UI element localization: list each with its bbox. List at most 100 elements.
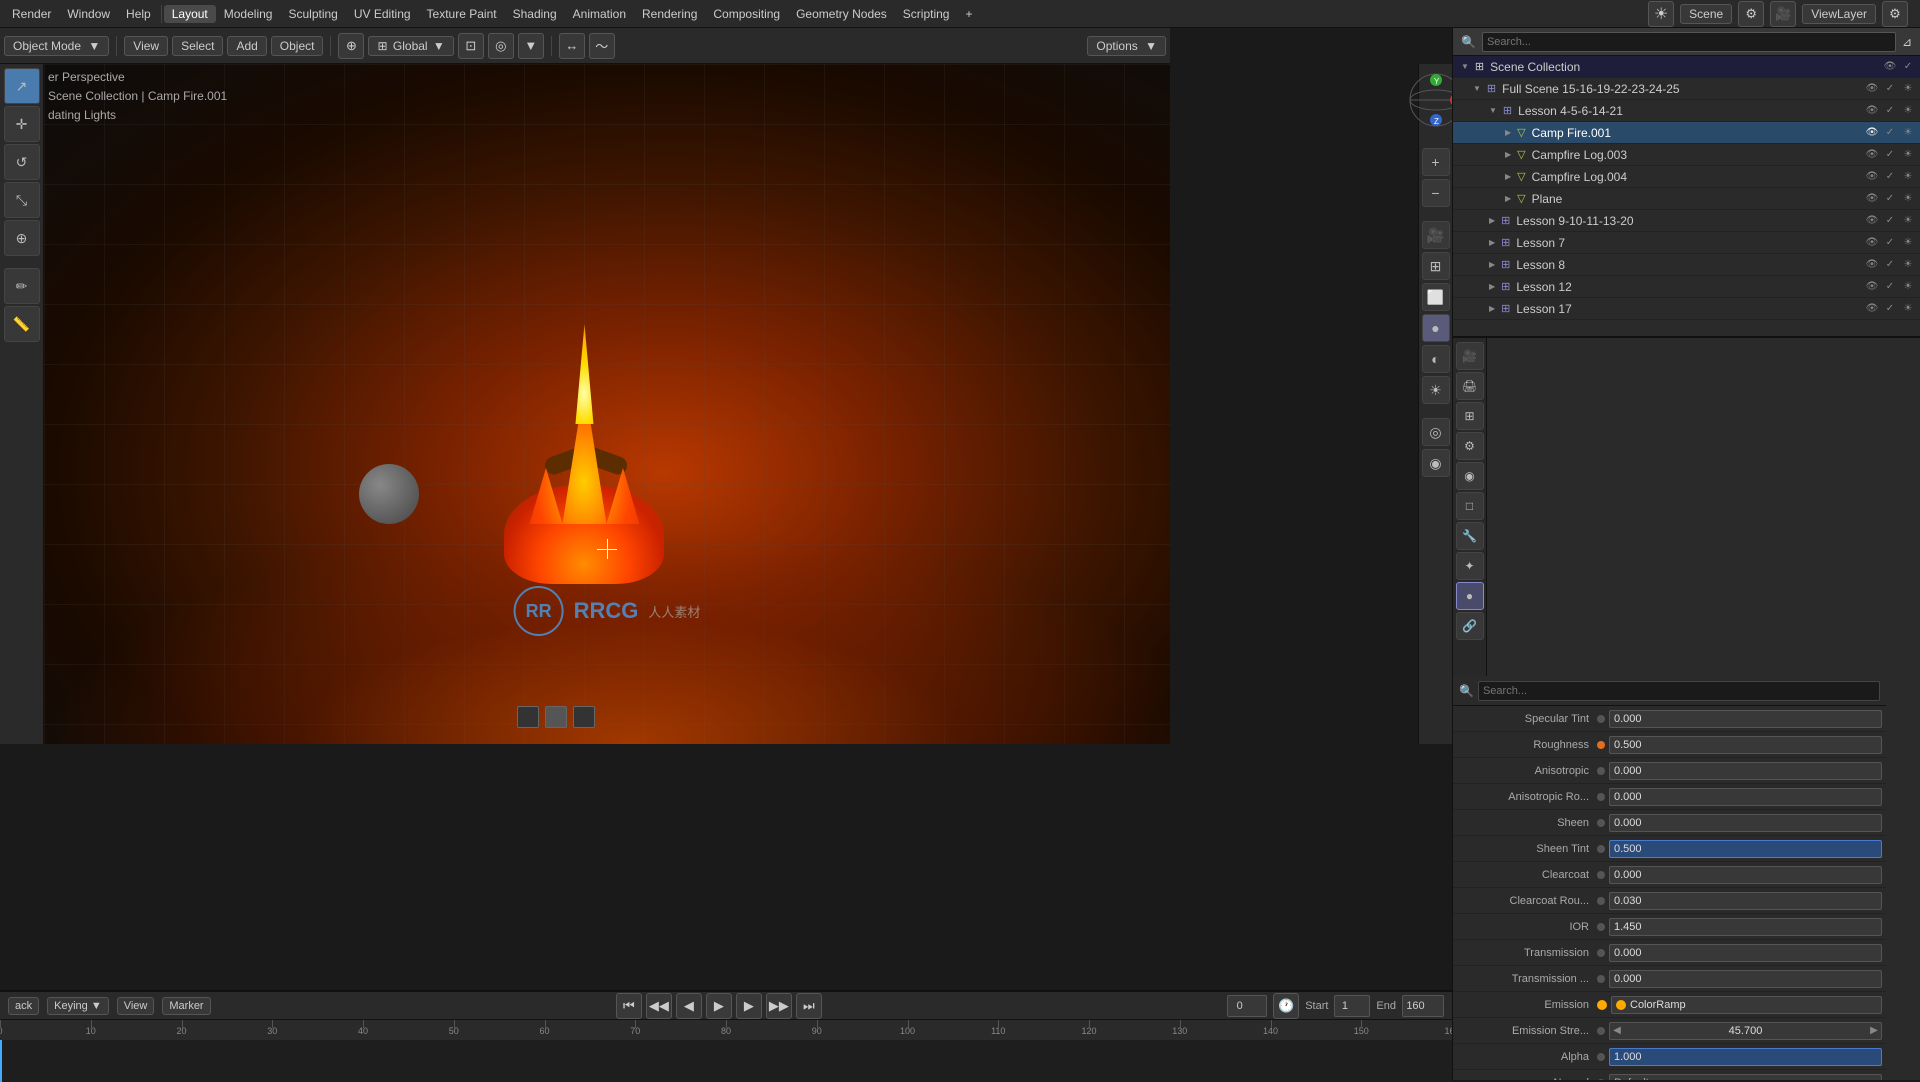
prop-alpha-value[interactable]: 1.000 <box>1609 1048 1882 1066</box>
lesson4-eye[interactable]: 👁 <box>1864 103 1880 119</box>
lesson7-render[interactable]: ☀ <box>1900 235 1916 251</box>
proportional-btn[interactable]: ◎ <box>488 33 514 59</box>
zoom-in-btn[interactable]: + <box>1422 148 1450 176</box>
next-frame-btn[interactable]: ▶ <box>736 993 762 1019</box>
scene-coll-eye[interactable]: 👁 <box>1882 59 1898 75</box>
scene-icon[interactable]: ⚙ <box>1738 1 1764 27</box>
select-tool-btn[interactable]: ↗ <box>4 68 40 104</box>
prop-tab-modifier[interactable]: 🔧 <box>1456 522 1484 550</box>
outliner-item-full-scene[interactable]: ▼ ⊞ Full Scene 15-16-19-22-23-24-25 👁 ✓ … <box>1453 78 1920 100</box>
next-keyframe-btn[interactable]: ▶▶ <box>766 993 792 1019</box>
workspace-tab-texture-paint[interactable]: Texture Paint <box>419 5 505 23</box>
transform-global-btn[interactable]: ⊞ Global ▼ <box>368 36 453 56</box>
jump-to-start-btn[interactable]: ⏮ <box>616 993 642 1019</box>
lesson8-render[interactable]: ☀ <box>1900 257 1916 273</box>
prop-tab-output[interactable]: 🖨 <box>1456 372 1484 400</box>
workspace-tab-layout[interactable]: Layout <box>164 5 216 23</box>
prop-sheen-dot[interactable] <box>1597 819 1605 827</box>
outliner-item-lesson-17[interactable]: ▶ ⊞ Lesson 17 👁 ✓ ☀ <box>1453 298 1920 320</box>
lesson17-render[interactable]: ☀ <box>1900 301 1916 317</box>
prev-keyframe-btn[interactable]: ◀◀ <box>646 993 672 1019</box>
object-menu-btn[interactable]: Object <box>271 36 324 56</box>
move-transform-btn[interactable]: ↔ <box>559 33 585 59</box>
viewlayer-icon[interactable]: ⚙ <box>1882 1 1908 27</box>
log003-eye[interactable]: 👁 <box>1864 147 1880 163</box>
move-tool-btn[interactable]: ✛ <box>4 106 40 142</box>
timeline-back-btn[interactable]: ack <box>8 997 39 1015</box>
outliner-item-lesson-7[interactable]: ▶ ⊞ Lesson 7 👁 ✓ ☀ <box>1453 232 1920 254</box>
campfire-check[interactable]: ✓ <box>1882 125 1898 141</box>
menu-window[interactable]: Window <box>59 5 118 23</box>
prop-tab-scene[interactable]: ⚙ <box>1456 432 1484 460</box>
prop-clearcoat-value[interactable]: 0.000 <box>1609 866 1882 884</box>
emission-strength-dec-btn[interactable]: ◀ <box>1610 1023 1624 1039</box>
clock-icon[interactable]: 🕐 <box>1273 993 1299 1019</box>
prop-tab-constraints[interactable]: 🔗 <box>1456 612 1484 640</box>
outliner-item-lesson-4[interactable]: ▼ ⊞ Lesson 4-5-6-14-21 👁 ✓ ☀ <box>1453 100 1920 122</box>
outliner-item-campfire[interactable]: ▶ ▽ Camp Fire.001 👁 ✓ ☀ <box>1453 122 1920 144</box>
prop-tab-world[interactable]: ◉ <box>1456 462 1484 490</box>
current-frame-input[interactable] <box>1227 995 1267 1017</box>
plane-render[interactable]: ☀ <box>1900 191 1916 207</box>
outliner-item-lesson-8[interactable]: ▶ ⊞ Lesson 8 👁 ✓ ☀ <box>1453 254 1920 276</box>
outliner-search-input[interactable] <box>1482 32 1896 52</box>
campfire-render[interactable]: ☀ <box>1900 125 1916 141</box>
path-btn[interactable]: 〜 <box>589 33 615 59</box>
prop-emission-value[interactable]: ColorRamp <box>1611 996 1882 1014</box>
outliner-item-lesson-9[interactable]: ▶ ⊞ Lesson 9-10-11-13-20 👁 ✓ ☀ <box>1453 210 1920 232</box>
prop-alpha-dot[interactable] <box>1597 1053 1605 1061</box>
outliner-item-log004[interactable]: ▶ ▽ Campfire Log.004 👁 ✓ ☀ <box>1453 166 1920 188</box>
prop-anisotropic-value[interactable]: 0.000 <box>1609 762 1882 780</box>
outliner-scene-collection[interactable]: ▼ ⊞ Scene Collection 👁 ✓ <box>1453 56 1920 78</box>
prop-transmission-dot[interactable] <box>1597 949 1605 957</box>
select-menu-btn[interactable]: Select <box>172 36 223 56</box>
menu-render[interactable]: Render <box>4 5 59 23</box>
shading-render-btn[interactable]: ☀ <box>1422 376 1450 404</box>
workspace-tab-compositing[interactable]: Compositing <box>705 5 788 23</box>
viewlayer-selector[interactable]: ViewLayer <box>1802 4 1876 24</box>
view-type-btn[interactable]: ⊞ <box>1422 252 1450 280</box>
rotate-tool-btn[interactable]: ↺ <box>4 144 40 180</box>
add-menu-btn[interactable]: Add <box>227 36 266 56</box>
lesson12-eye[interactable]: 👁 <box>1864 279 1880 295</box>
log004-check[interactable]: ✓ <box>1882 169 1898 185</box>
outliner-item-plane[interactable]: ▶ ▽ Plane 👁 ✓ ☀ <box>1453 188 1920 210</box>
lesson17-eye[interactable]: 👁 <box>1864 301 1880 317</box>
prop-emission-strength-dot[interactable] <box>1597 1027 1605 1035</box>
lesson7-check[interactable]: ✓ <box>1882 235 1898 251</box>
snap-btn[interactable]: ⊡ <box>458 33 484 59</box>
shading-solid-btn[interactable]: ● <box>1422 314 1450 342</box>
workspace-tab-rendering[interactable]: Rendering <box>634 5 705 23</box>
log004-render[interactable]: ☀ <box>1900 169 1916 185</box>
prop-anisotropic-ro-dot[interactable] <box>1597 793 1605 801</box>
scene-selector[interactable]: Scene <box>1680 4 1732 24</box>
overlay-btn[interactable]: ◎ <box>1422 418 1450 446</box>
full-scene-check[interactable]: ✓ <box>1882 81 1898 97</box>
view-front-btn[interactable]: 🎥 <box>1422 221 1450 249</box>
prop-ior-value[interactable]: 1.450 <box>1609 918 1882 936</box>
shading-wire-btn[interactable]: ⬜ <box>1422 283 1450 311</box>
lesson4-check[interactable]: ✓ <box>1882 103 1898 119</box>
annotate-tool-btn[interactable]: ✏ <box>4 268 40 304</box>
full-scene-render[interactable]: ☀ <box>1900 81 1916 97</box>
lesson7-eye[interactable]: 👁 <box>1864 235 1880 251</box>
timeline-keying-btn[interactable]: Keying ▼ <box>47 997 109 1015</box>
props-search-input[interactable] <box>1478 681 1880 701</box>
prop-anisotropic-dot[interactable] <box>1597 767 1605 775</box>
measure-tool-btn[interactable]: 📏 <box>4 306 40 342</box>
plane-check[interactable]: ✓ <box>1882 191 1898 207</box>
outliner-filter-icon[interactable]: ⊿ <box>1902 35 1912 49</box>
view-menu-btn[interactable]: View <box>124 36 168 56</box>
full-scene-eye[interactable]: 👁 <box>1864 81 1880 97</box>
prop-tab-view-layer[interactable]: ⊞ <box>1456 402 1484 430</box>
prop-emission-dot[interactable] <box>1597 1000 1607 1010</box>
prop-anisotropic-ro-value[interactable]: 0.000 <box>1609 788 1882 806</box>
prop-tab-object[interactable]: □ <box>1456 492 1484 520</box>
prop-sheen-value[interactable]: 0.000 <box>1609 814 1882 832</box>
lesson12-render[interactable]: ☀ <box>1900 279 1916 295</box>
prop-transmission-rou-value[interactable]: 0.000 <box>1609 970 1882 988</box>
campfire-eye[interactable]: 👁 <box>1864 125 1880 141</box>
start-frame-input[interactable] <box>1334 995 1370 1017</box>
lesson9-check[interactable]: ✓ <box>1882 213 1898 229</box>
plane-eye[interactable]: 👁 <box>1864 191 1880 207</box>
